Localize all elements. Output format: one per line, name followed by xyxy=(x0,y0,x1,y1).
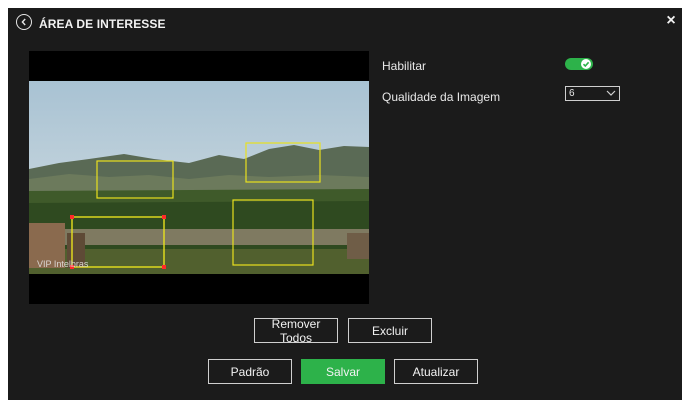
camera-watermark: VIP Intelbras xyxy=(37,259,89,269)
delete-button[interactable]: Excluir xyxy=(348,318,432,343)
enable-toggle[interactable] xyxy=(565,58,593,70)
quality-label: Qualidade da Imagem xyxy=(382,90,501,104)
camera-preview[interactable]: VIP Intelbras xyxy=(29,51,369,304)
refresh-button[interactable]: Atualizar xyxy=(394,359,478,384)
dialog-titlebar: ÁREA DE INTERESSE × xyxy=(8,8,682,38)
dialog-title: ÁREA DE INTERESSE xyxy=(39,17,166,31)
remove-all-button[interactable]: Remover Todos xyxy=(254,317,338,345)
roi-dialog: ÁREA DE INTERESSE × VIP Intelbras Habili… xyxy=(8,8,682,400)
enable-label: Habilitar xyxy=(382,59,427,73)
quality-select[interactable]: 6 xyxy=(565,86,620,101)
back-circle-icon[interactable] xyxy=(16,14,32,30)
quality-value: 6 xyxy=(569,88,575,99)
save-button[interactable]: Salvar xyxy=(301,359,385,384)
chevron-down-icon xyxy=(606,89,616,100)
close-icon[interactable]: × xyxy=(664,13,678,29)
default-button[interactable]: Padrão xyxy=(208,359,292,384)
check-icon xyxy=(581,59,591,69)
